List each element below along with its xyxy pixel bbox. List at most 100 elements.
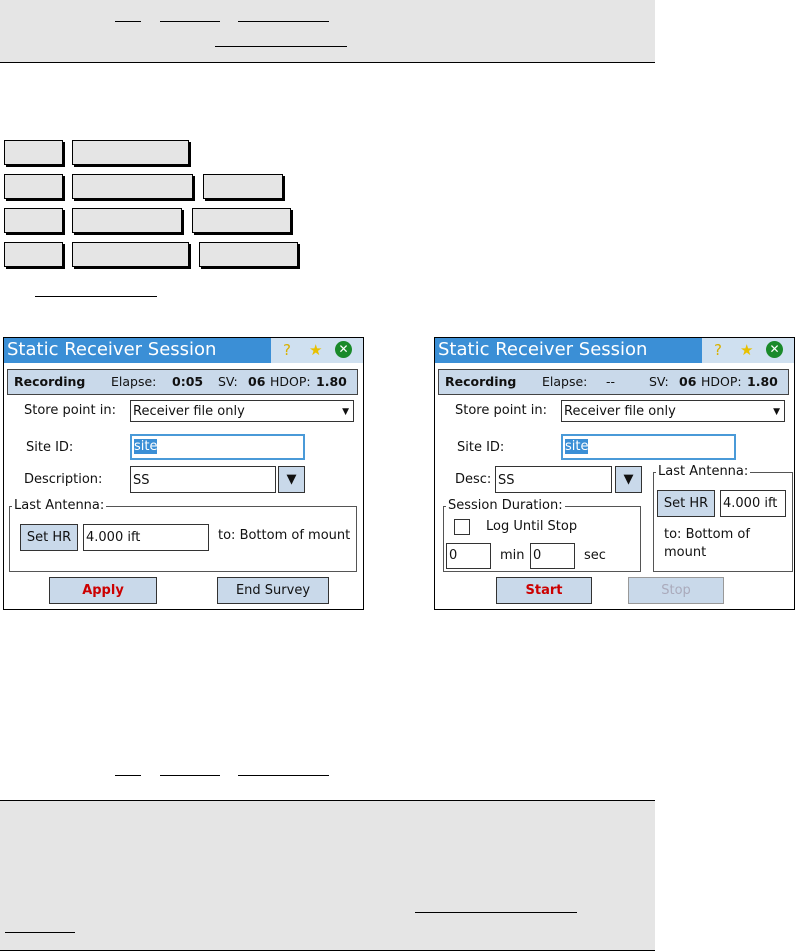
status-bar: Recording Elapse: 0:05 SV: 06 HDOP: 1.80 bbox=[7, 369, 358, 395]
link-line[interactable] bbox=[115, 775, 141, 776]
hdop-label: HDOP: bbox=[701, 374, 742, 389]
last-antenna-group: Last Antenna: Set HR 4.000 ift to: Botto… bbox=[9, 498, 357, 572]
status-bar: Recording Elapse: -- SV: 06 HDOP: 1.80 bbox=[438, 369, 789, 395]
group-label: Session Duration: bbox=[446, 498, 565, 513]
store-label: Store point in: bbox=[455, 403, 548, 418]
elapse-value: -- bbox=[606, 374, 616, 389]
link-line[interactable] bbox=[238, 775, 329, 776]
hdop-value: 1.80 bbox=[747, 374, 778, 389]
key-box bbox=[72, 208, 182, 233]
measure-to-label: to: Bottom of mount bbox=[218, 528, 351, 543]
height-value: 4.000 ift bbox=[86, 530, 141, 545]
dropdown-arrow-icon: ▼ bbox=[773, 407, 780, 417]
site-value: site bbox=[134, 439, 158, 454]
key-box bbox=[72, 242, 189, 267]
sv-value: 06 bbox=[248, 374, 266, 389]
link-line[interactable] bbox=[115, 21, 141, 22]
last-antenna-group: Last Antenna: Set HR 4.000 ift to: Botto… bbox=[653, 464, 793, 572]
group-label: Last Antenna: bbox=[656, 464, 751, 479]
set-hr-button[interactable]: Set HR bbox=[20, 524, 78, 551]
screen-record: Static Receiver Session ? ★ ✕ Recording … bbox=[3, 337, 364, 610]
desc-dropdown-button[interactable]: ▼ bbox=[615, 466, 642, 493]
link-line[interactable] bbox=[5, 932, 75, 933]
end-survey-button[interactable]: End Survey bbox=[217, 577, 329, 604]
link-line[interactable] bbox=[238, 21, 329, 22]
dropdown-arrow-icon: ▼ bbox=[342, 407, 349, 417]
title-bar: Static Receiver Session ? ★ ✕ bbox=[4, 338, 363, 363]
sv-label: SV: bbox=[649, 374, 669, 389]
note-box bbox=[0, 800, 655, 951]
key-box bbox=[72, 174, 193, 199]
start-button[interactable]: Start bbox=[496, 577, 592, 604]
sec-label: sec bbox=[584, 548, 606, 563]
desc-label: Description: bbox=[24, 472, 103, 487]
sec-input[interactable]: 0 bbox=[530, 543, 575, 569]
site-label: Site ID: bbox=[26, 440, 74, 455]
store-value: Receiver file only bbox=[133, 404, 245, 419]
desc-value: SS bbox=[498, 473, 515, 488]
link-line[interactable] bbox=[35, 296, 157, 297]
set-hr-button[interactable]: Set HR bbox=[657, 490, 715, 517]
key-box bbox=[4, 140, 63, 165]
header-band bbox=[0, 0, 655, 63]
desc-input[interactable]: SS bbox=[130, 466, 276, 493]
store-value: Receiver file only bbox=[564, 404, 676, 419]
key-box bbox=[4, 208, 63, 233]
stop-button[interactable]: Stop bbox=[628, 577, 724, 604]
dropdown-arrow-icon: ▼ bbox=[286, 472, 297, 487]
store-select[interactable]: Receiver file only ▼ bbox=[130, 400, 354, 422]
key-box bbox=[4, 174, 63, 199]
site-value: site bbox=[565, 439, 589, 454]
height-input[interactable]: 4.000 ift bbox=[83, 524, 209, 551]
desc-value: SS bbox=[133, 473, 150, 488]
log-until-stop-label: Log Until Stop bbox=[486, 519, 578, 534]
link-line[interactable] bbox=[415, 912, 577, 913]
close-icon[interactable]: ✕ bbox=[335, 341, 352, 358]
title-bar: Static Receiver Session ? ★ ✕ bbox=[435, 338, 794, 363]
apply-button[interactable]: Apply bbox=[49, 577, 157, 604]
hdop-label: HDOP: bbox=[270, 374, 311, 389]
height-input[interactable]: 4.000 ift bbox=[720, 490, 786, 517]
elapse-label: Elapse: bbox=[542, 374, 588, 389]
hdop-value: 1.80 bbox=[316, 374, 347, 389]
window-title: Static Receiver Session bbox=[438, 339, 648, 360]
min-value: 0 bbox=[449, 548, 458, 563]
desc-label: Desc: bbox=[455, 472, 492, 487]
log-until-stop-checkbox[interactable] bbox=[454, 519, 470, 535]
session-duration-group: Session Duration: Log Until Stop 0 min 0… bbox=[443, 498, 641, 572]
status-state: Recording bbox=[14, 374, 86, 389]
link-line[interactable] bbox=[160, 21, 220, 22]
key-box bbox=[203, 174, 283, 199]
link-line[interactable] bbox=[160, 775, 220, 776]
height-value: 4.000 ift bbox=[723, 496, 778, 511]
screen-start: Static Receiver Session ? ★ ✕ Recording … bbox=[434, 337, 795, 610]
dropdown-arrow-icon: ▼ bbox=[623, 472, 634, 487]
measure-to-label: to: Bottom of mount bbox=[664, 527, 750, 560]
site-input[interactable]: site bbox=[130, 434, 305, 460]
status-state: Recording bbox=[445, 374, 517, 389]
elapse-label: Elapse: bbox=[111, 374, 157, 389]
desc-dropdown-button[interactable]: ▼ bbox=[278, 466, 305, 493]
key-box bbox=[192, 208, 291, 233]
key-box bbox=[199, 242, 298, 267]
site-label: Site ID: bbox=[457, 440, 505, 455]
star-icon[interactable]: ★ bbox=[309, 341, 322, 359]
key-box bbox=[4, 242, 63, 267]
store-select[interactable]: Receiver file only ▼ bbox=[561, 400, 785, 422]
desc-input[interactable]: SS bbox=[495, 466, 612, 493]
group-label: Last Antenna: bbox=[12, 498, 107, 513]
link-line[interactable] bbox=[215, 46, 347, 47]
sv-value: 06 bbox=[679, 374, 697, 389]
window-title: Static Receiver Session bbox=[7, 339, 217, 360]
close-icon[interactable]: ✕ bbox=[766, 341, 783, 358]
help-icon[interactable]: ? bbox=[714, 341, 722, 359]
min-label: min bbox=[500, 548, 525, 563]
key-box bbox=[72, 140, 189, 165]
min-input[interactable]: 0 bbox=[446, 543, 491, 569]
help-icon[interactable]: ? bbox=[283, 341, 291, 359]
star-icon[interactable]: ★ bbox=[740, 341, 753, 359]
site-input[interactable]: site bbox=[561, 434, 736, 460]
elapse-value: 0:05 bbox=[172, 374, 204, 389]
sec-value: 0 bbox=[533, 548, 542, 563]
store-label: Store point in: bbox=[24, 403, 117, 418]
